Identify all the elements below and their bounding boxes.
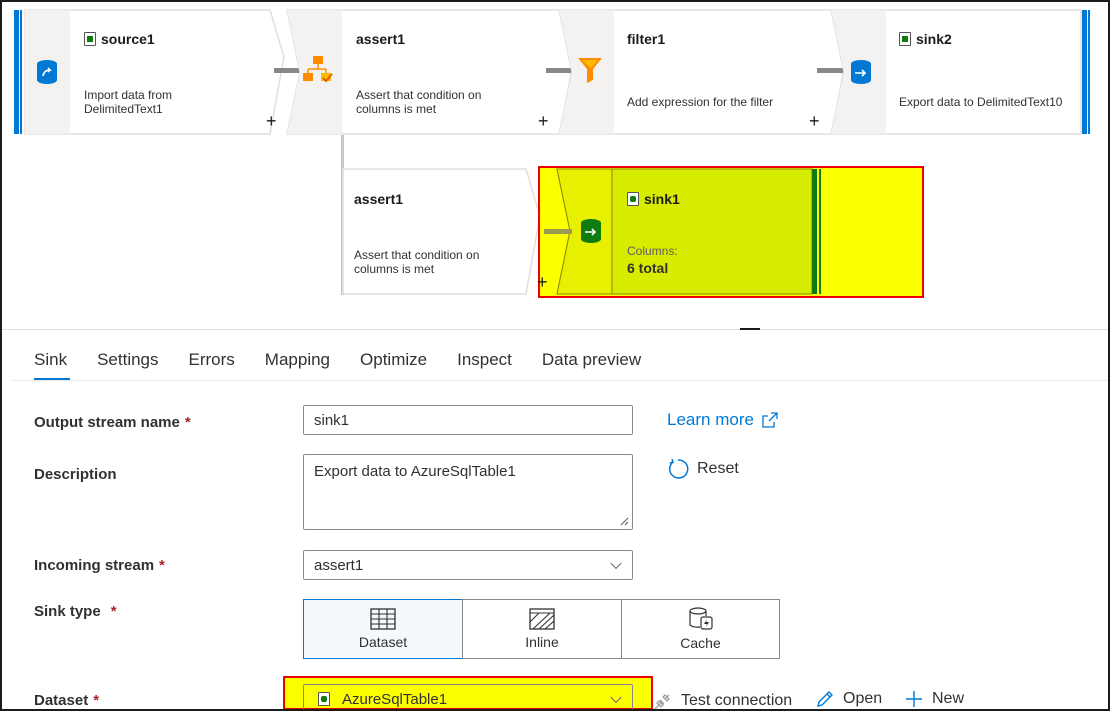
plus-icon (906, 691, 922, 707)
test-connection-button[interactable]: Test connection (653, 691, 792, 709)
tab-sink[interactable]: Sink (12, 344, 82, 380)
sink-type-label: Sink type * (34, 603, 117, 620)
panel-resize-handle[interactable] (740, 328, 760, 330)
add-transform-after-filter1[interactable]: + (809, 112, 820, 130)
source1-title: source1 (84, 31, 155, 47)
cache-icon (688, 607, 713, 630)
plug-icon (654, 694, 670, 709)
sink-db-icon (846, 57, 876, 87)
add-transform-after-assert1-branch[interactable]: + (537, 273, 548, 291)
tab-optimize[interactable]: Optimize (345, 344, 442, 380)
connector-assert1-sink1 (544, 229, 572, 234)
tab-data-preview[interactable]: Data preview (527, 344, 656, 380)
source1-description: Import data from DelimitedText1 (84, 88, 173, 116)
external-link-icon (762, 412, 778, 428)
sql-table-icon (627, 192, 639, 206)
source-db-icon (32, 57, 62, 87)
pencil-icon (817, 691, 833, 707)
assert1-description: Assert that condition on columns is met (356, 88, 482, 116)
assert1-branch-title: assert1 (354, 191, 404, 207)
tab-settings[interactable]: Settings (82, 344, 173, 380)
chevron-down-icon (610, 557, 622, 570)
filter1-title: filter1 (627, 31, 666, 47)
resize-grip-icon[interactable] (620, 517, 629, 526)
dataset-label: Dataset * (34, 692, 100, 709)
sink1-columns-value: 6 total (627, 260, 669, 276)
incoming-stream-label: Incoming stream * (34, 557, 165, 574)
sink-type-dataset[interactable]: Dataset (303, 599, 463, 659)
filter-funnel-icon (574, 54, 606, 86)
description-label: Description (34, 466, 117, 483)
assert1-branch-description: Assert that condition on columns is met (354, 248, 480, 276)
stream-start-bar (14, 10, 22, 134)
sink-type-inline[interactable]: Inline (462, 599, 622, 659)
assert-icon (300, 52, 336, 88)
panel-splitter-line (2, 329, 1108, 330)
settings-tabs: Sink Settings Errors Mapping Optimize In… (12, 344, 656, 380)
output-stream-label: Output stream name * (34, 414, 191, 431)
chevron-down-icon (610, 691, 622, 704)
learn-more-link[interactable]: Learn more (667, 410, 778, 430)
tab-errors[interactable]: Errors (174, 344, 250, 380)
filter1-description: Add expression for the filter (627, 95, 774, 109)
sink1-title: sink1 (627, 191, 680, 207)
table-grid-icon (370, 608, 396, 630)
csv-file-icon (84, 32, 96, 46)
add-transform-after-assert1[interactable]: + (538, 112, 549, 130)
csv-file-icon (899, 32, 911, 46)
tab-inspect[interactable]: Inspect (442, 344, 527, 380)
reset-icon (668, 458, 689, 479)
flow-canvas: source1 Import data from DelimitedText1 … (2, 2, 1108, 327)
sink2-description: Export data to DelimitedText10 (899, 95, 1063, 109)
source1-node[interactable] (24, 9, 286, 135)
tab-mapping[interactable]: Mapping (250, 344, 345, 380)
dataset-select[interactable]: AzureSqlTable1 (303, 684, 633, 709)
assert1-branch-node[interactable] (342, 168, 542, 296)
sink1-columns-label: Columns: (627, 244, 678, 258)
stream-end-bar (1082, 10, 1090, 134)
add-transform-after-source1[interactable]: + (266, 112, 277, 130)
data-flow-editor: source1 Import data from DelimitedText1 … (0, 0, 1110, 711)
sink-type-cache[interactable]: Cache (621, 599, 780, 659)
sink1-db-icon (576, 216, 606, 246)
description-textarea[interactable]: Export data to AzureSqlTable1 (303, 454, 633, 530)
reset-button[interactable]: Reset (667, 458, 739, 480)
sql-table-icon (318, 692, 330, 706)
open-button[interactable]: Open (815, 689, 882, 709)
tabs-divider (12, 380, 1108, 381)
new-button[interactable]: New (904, 689, 964, 709)
assert1-title: assert1 (356, 31, 406, 47)
inline-hatch-icon (529, 608, 555, 630)
output-stream-input[interactable]: sink1 (303, 405, 633, 435)
sink2-title: sink2 (899, 31, 952, 47)
incoming-stream-select[interactable]: assert1 (303, 550, 633, 580)
